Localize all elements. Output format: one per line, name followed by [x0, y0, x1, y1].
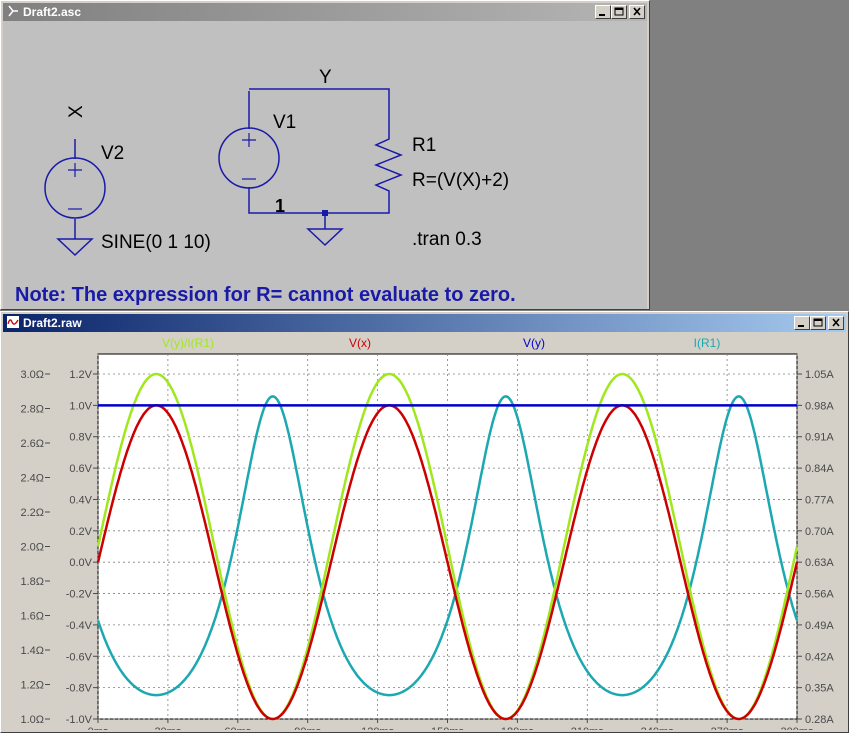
ohm-axis-tick: 3.0Ω — [20, 369, 44, 381]
time-axis-tick: 270ms — [711, 726, 745, 730]
v1-label[interactable]: V1 — [273, 112, 296, 133]
maximize-icon — [614, 7, 624, 16]
trace-label[interactable]: I(R1) — [694, 336, 721, 350]
voltage-axis-tick: -0.6V — [66, 651, 93, 663]
current-axis-tick: 0.98A — [805, 400, 834, 412]
ohm-axis-tick: 1.4Ω — [20, 645, 44, 657]
v2-value[interactable]: SINE(0 1 10) — [101, 232, 211, 253]
wire — [248, 187, 390, 214]
current-axis-tick: 0.84A — [805, 463, 834, 475]
time-axis-tick: 60ms — [224, 726, 251, 730]
waveform-plot[interactable]: 3.0Ω 2.8Ω 2.6Ω 2.4Ω 2.2Ω 2.0Ω 1.8Ω 1.6Ω 1.4Ω 1.2Ω… — [3, 332, 848, 730]
close-button[interactable] — [828, 316, 844, 330]
ohm-axis-tick: 2.4Ω — [20, 473, 44, 485]
ground-symbol — [306, 228, 344, 247]
voltage-axis-tick: 0.8V — [69, 432, 92, 444]
voltage-axis-tick: -1.0V — [66, 714, 93, 726]
close-icon — [832, 318, 840, 327]
schematic-drawing: X Y V1 V2 R1 R=(V(X)+2) 1 SINE(0 1 10) .… — [15, 67, 516, 306]
time-axis-tick: 90ms — [294, 726, 321, 730]
ohm-axis-tick: 2.6Ω — [20, 438, 44, 450]
time-axis-tick: 0ms — [88, 726, 109, 730]
ohm-axis-tick: 1.2Ω — [20, 680, 44, 692]
ohm-axis-tick: 2.2Ω — [20, 507, 44, 519]
ohm-axis-tick: 1.6Ω — [20, 611, 44, 623]
ohm-axis-tick: 1.0Ω — [20, 714, 44, 726]
voltage-axis-tick: 1.2V — [69, 369, 92, 381]
voltage-axis-tick: 1.0V — [69, 400, 92, 412]
minimize-button[interactable] — [595, 5, 611, 19]
close-button[interactable] — [629, 5, 645, 19]
maximize-icon — [813, 318, 823, 327]
ohm-axis-tick: 2.0Ω — [20, 542, 44, 554]
current-axis-tick: 1.05A — [805, 369, 834, 381]
close-icon — [633, 7, 641, 16]
current-axis-tick: 0.70A — [805, 526, 834, 538]
current-axis-tick: 0.49A — [805, 620, 834, 632]
minimize-icon — [599, 14, 605, 16]
current-axis-tick: 0.56A — [805, 589, 834, 601]
tran-directive[interactable]: .tran 0.3 — [412, 229, 482, 250]
current-axis-tick: 0.42A — [805, 651, 834, 663]
plot-window: Draft2.raw 3.0Ω 2.8Ω 2.6Ω 2.4Ω 2.2Ω 2.0Ω 1.8Ω 1… — [0, 311, 849, 733]
time-axis-tick: 120ms — [361, 726, 395, 730]
minimize-icon — [798, 325, 804, 327]
voltage-axis-tick: 0.6V — [69, 463, 92, 475]
voltage-axis-tick: -0.8V — [66, 683, 93, 695]
ohm-axis-tick: 2.8Ω — [20, 404, 44, 416]
voltage-axis-tick: -0.4V — [66, 620, 93, 632]
maximize-button[interactable] — [611, 5, 627, 19]
ground-symbol — [56, 238, 94, 257]
voltage-axis-tick: 0.2V — [69, 526, 92, 538]
current-axis-tick: 0.28A — [805, 714, 834, 726]
schematic-title: Draft2.asc — [23, 5, 82, 19]
schematic-titlebar[interactable]: Draft2.asc — [3, 3, 647, 21]
time-axis-tick: 180ms — [501, 726, 535, 730]
voltage-axis-tick: 0.0V — [69, 557, 92, 569]
ohm-axis-tick: 1.8Ω — [20, 576, 44, 588]
v2-label[interactable]: V2 — [101, 143, 124, 164]
time-axis-tick: 150ms — [431, 726, 465, 730]
trace-label[interactable]: V(y) — [523, 336, 545, 350]
time-axis-tick: 210ms — [571, 726, 605, 730]
schematic-canvas[interactable]: X Y V1 V2 R1 R=(V(X)+2) 1 SINE(0 1 10) .… — [3, 21, 647, 309]
current-axis-tick: 0.91A — [805, 432, 834, 444]
schematic-window: Draft2.asc X Y V1 V2 R1 R=(V(X)+2) 1 SIN… — [0, 0, 650, 310]
r1-resistor-symbol — [373, 131, 404, 193]
waveform-icon — [7, 316, 19, 328]
note-comment[interactable]: Note: The expression for R= cannot evalu… — [15, 284, 516, 306]
r1-value[interactable]: R=(V(X)+2) — [412, 170, 509, 191]
time-axis-tick: 300ms — [780, 726, 814, 730]
plot-title: Draft2.raw — [23, 316, 82, 330]
minimize-button[interactable] — [794, 316, 810, 330]
plot-titlebar[interactable]: Draft2.raw — [3, 314, 846, 332]
junction-dot — [322, 210, 328, 216]
r1-label[interactable]: R1 — [412, 135, 436, 156]
node-label-1: 1 — [275, 196, 285, 216]
net-label-y[interactable]: Y — [319, 67, 332, 88]
maximize-button[interactable] — [810, 316, 826, 330]
time-axis-tick: 30ms — [154, 726, 181, 730]
net-label-x[interactable]: X — [66, 105, 87, 118]
wire — [249, 88, 390, 131]
trace-label[interactable]: V(y)/I(R1) — [162, 336, 214, 350]
current-axis-tick: 0.63A — [805, 557, 834, 569]
voltage-axis-tick: -0.2V — [66, 589, 93, 601]
voltage-axis-tick: 0.4V — [69, 494, 92, 506]
current-axis-tick: 0.77A — [805, 494, 834, 506]
current-axis-tick: 0.35A — [805, 683, 834, 695]
trace-label[interactable]: V(x) — [349, 336, 371, 350]
ltspice-schematic-icon — [8, 5, 18, 17]
time-axis-tick: 240ms — [641, 726, 675, 730]
